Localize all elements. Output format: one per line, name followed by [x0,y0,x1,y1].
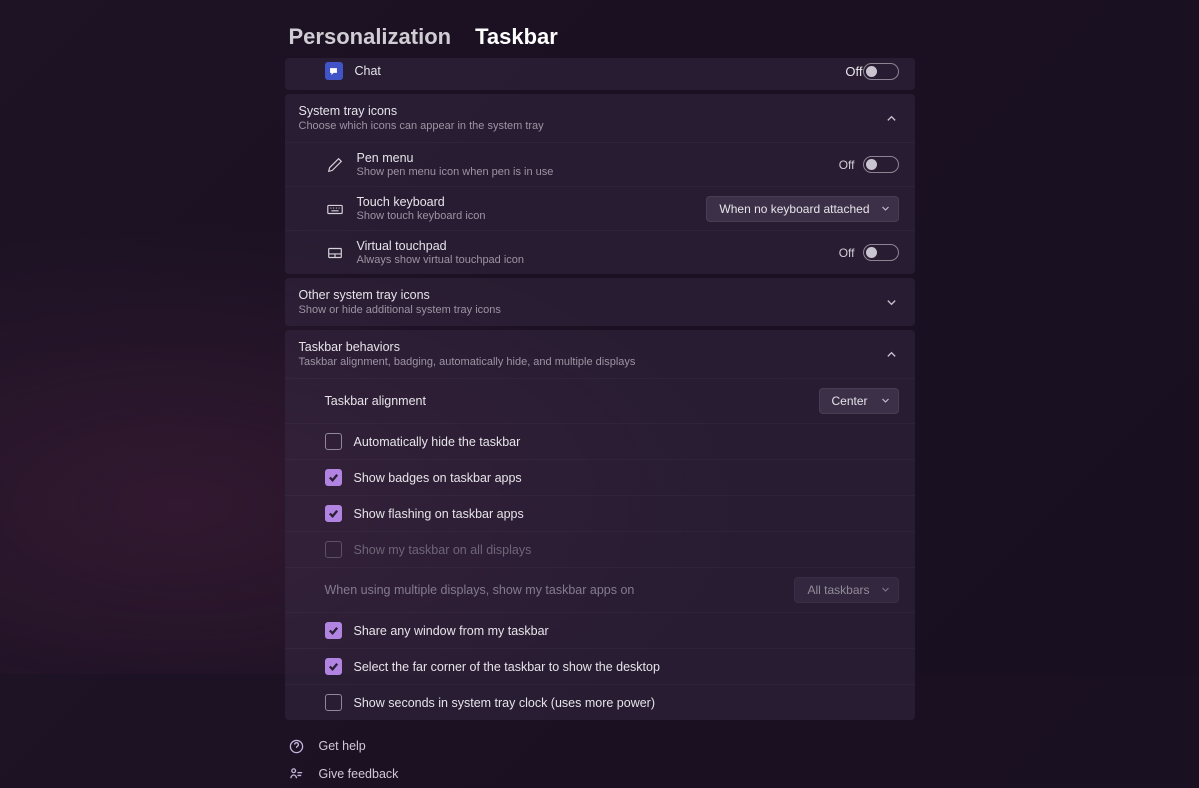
share-row[interactable]: Share any window from my taskbar [285,612,915,648]
give-feedback-link[interactable]: Give feedback [285,760,915,788]
touch-keyboard-title: Touch keyboard [357,195,486,209]
taskbar-behaviors-group: Taskbar behaviors Taskbar alignment, bad… [285,330,915,720]
system-tray-title: System tray icons [299,104,544,118]
breadcrumb: Personalization Taskbar [285,24,915,50]
farcorner-checkbox[interactable] [325,658,342,675]
help-icon [289,738,305,754]
pen-toggle[interactable] [863,156,899,173]
other-tray-subtitle: Show or hide additional system tray icon… [299,304,501,316]
badges-row[interactable]: Show badges on taskbar apps [285,459,915,495]
other-tray-title: Other system tray icons [299,288,501,302]
system-tray-subtitle: Choose which icons can appear in the sys… [299,120,544,132]
all-displays-label: Show my taskbar on all displays [354,543,532,557]
behaviors-header[interactable]: Taskbar behaviors Taskbar alignment, bad… [285,330,915,378]
system-tray-icons-group: System tray icons Choose which icons can… [285,94,915,274]
multi-displays-row: When using multiple displays, show my ta… [285,567,915,612]
badges-checkbox[interactable] [325,469,342,486]
chevron-up-icon [885,347,899,361]
pen-icon [325,155,345,175]
touch-keyboard-subtitle: Show touch keyboard icon [357,210,486,222]
touchpad-subtitle: Always show virtual touchpad icon [357,254,525,266]
chat-item-row: Chat Off [285,58,915,90]
farcorner-label: Select the far corner of the taskbar to … [354,660,660,674]
behaviors-title: Taskbar behaviors [299,340,636,354]
autohide-label: Automatically hide the taskbar [354,435,521,449]
system-tray-header[interactable]: System tray icons Choose which icons can… [285,94,915,142]
chat-icon [325,62,343,80]
all-displays-row: Show my taskbar on all displays [285,531,915,567]
multi-displays-label: When using multiple displays, show my ta… [325,583,795,597]
seconds-row[interactable]: Show seconds in system tray clock (uses … [285,684,915,720]
keyboard-icon [325,199,345,219]
other-tray-header[interactable]: Other system tray icons Show or hide add… [285,278,915,326]
touch-keyboard-row: Touch keyboard Show touch keyboard icon … [285,186,915,230]
pen-menu-row: Pen menu Show pen menu icon when pen is … [285,142,915,186]
flashing-label: Show flashing on taskbar apps [354,507,524,521]
multi-displays-select: All taskbars [794,577,898,603]
flashing-checkbox[interactable] [325,505,342,522]
share-checkbox[interactable] [325,622,342,639]
pen-subtitle: Show pen menu icon when pen is in use [357,166,554,178]
touch-keyboard-select[interactable]: When no keyboard attached [706,196,898,222]
breadcrumb-current: Taskbar [475,24,558,50]
touchpad-state: Off [839,246,855,260]
alignment-row: Taskbar alignment Center [285,378,915,423]
taskbar-items-group: Chat Off [285,58,915,90]
chat-toggle[interactable] [863,63,899,80]
chevron-down-icon [885,295,899,309]
touchpad-title: Virtual touchpad [357,239,525,253]
seconds-checkbox[interactable] [325,694,342,711]
share-label: Share any window from my taskbar [354,624,549,638]
feedback-icon [289,766,305,782]
chevron-down-icon [881,394,890,408]
pen-title: Pen menu [357,151,554,165]
alignment-label: Taskbar alignment [325,394,819,408]
all-displays-checkbox [325,541,342,558]
behaviors-subtitle: Taskbar alignment, badging, automaticall… [299,356,636,368]
touchpad-toggle[interactable] [863,244,899,261]
pen-state: Off [839,158,855,172]
farcorner-row[interactable]: Select the far corner of the taskbar to … [285,648,915,684]
get-help-link[interactable]: Get help [285,732,915,760]
seconds-label: Show seconds in system tray clock (uses … [354,696,656,710]
chevron-down-icon [881,202,890,216]
breadcrumb-parent[interactable]: Personalization [289,24,452,50]
chevron-down-icon [881,583,890,597]
virtual-touchpad-row: Virtual touchpad Always show virtual tou… [285,230,915,274]
alignment-select[interactable]: Center [819,388,899,414]
chat-label: Chat [355,64,381,78]
autohide-checkbox[interactable] [325,433,342,450]
touchpad-icon [325,243,345,263]
chat-state: Off [845,64,862,79]
other-tray-icons-group: Other system tray icons Show or hide add… [285,278,915,326]
badges-label: Show badges on taskbar apps [354,471,522,485]
flashing-row[interactable]: Show flashing on taskbar apps [285,495,915,531]
chevron-up-icon [885,111,899,125]
autohide-row[interactable]: Automatically hide the taskbar [285,423,915,459]
